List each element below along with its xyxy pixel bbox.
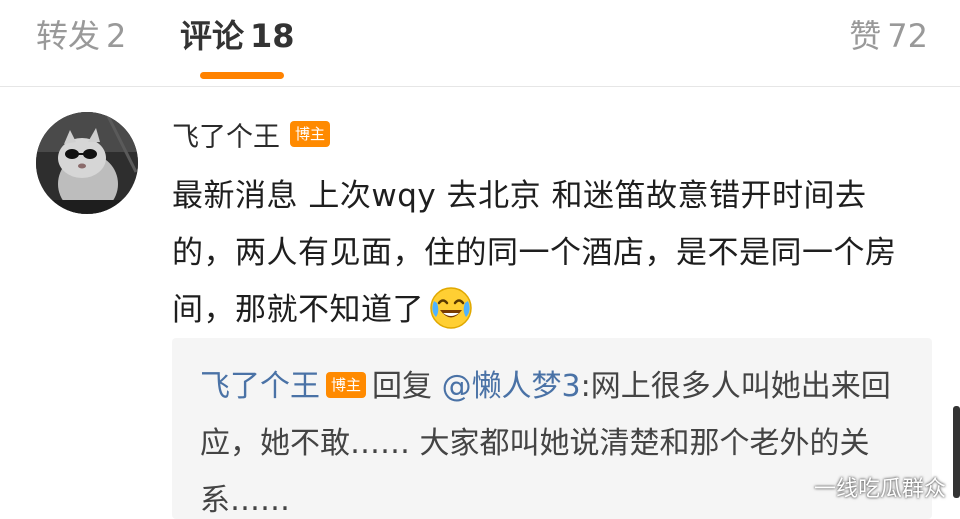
active-tab-indicator <box>200 72 284 79</box>
tab-comments-label: 评论 <box>180 17 245 55</box>
tab-repost-count: 2 <box>106 17 127 55</box>
laughing-crying-emoji-icon <box>430 286 472 329</box>
tab-comments[interactable]: 评论 18 <box>180 12 295 60</box>
author-badge: 博主 <box>290 121 331 147</box>
scrollbar[interactable] <box>953 406 960 498</box>
reply-author-badge: 博主 <box>326 371 367 398</box>
tab-likes-label: 赞 <box>849 17 882 55</box>
reply-content: 飞了个王 博主 回复 @懒人梦3:网上很多人叫她出来回应，她不敢…… 大家都叫她说清… <box>200 358 910 519</box>
comment-header: 飞了个王 博主 <box>172 114 331 154</box>
avatar[interactable] <box>36 112 138 214</box>
tab-repost-label: 转发 <box>36 17 101 55</box>
tab-likes[interactable]: 赞 72 <box>849 12 928 60</box>
reply-word: 回复 <box>372 369 433 404</box>
comment-username[interactable]: 飞了个王 <box>172 115 280 154</box>
cat-with-sunglasses-icon <box>36 112 138 214</box>
tab-comments-count: 18 <box>250 17 295 55</box>
comment-text-content: 最新消息 上次wqy 去北京 和迷笛故意错开时间去的，两人有见面，住的同一个酒店… <box>172 178 897 328</box>
tab-repost[interactable]: 转发 2 <box>36 12 126 60</box>
comment-page: 转发 2 评论 18 赞 72 飞了个王 博主 最新消息 上次wqy 去北京 和… <box>0 0 960 519</box>
comment-text: 最新消息 上次wqy 去北京 和迷笛故意错开时间去的，两人有见面，住的同一个酒店… <box>172 168 924 339</box>
reply-mention[interactable]: @懒人梦3 <box>442 369 581 404</box>
tab-likes-count: 72 <box>887 17 928 55</box>
reply-username[interactable]: 飞了个王 <box>200 369 320 404</box>
tab-bar: 转发 2 评论 18 赞 72 <box>0 0 960 87</box>
watermark: 一线吃瓜群众 <box>813 477 946 502</box>
